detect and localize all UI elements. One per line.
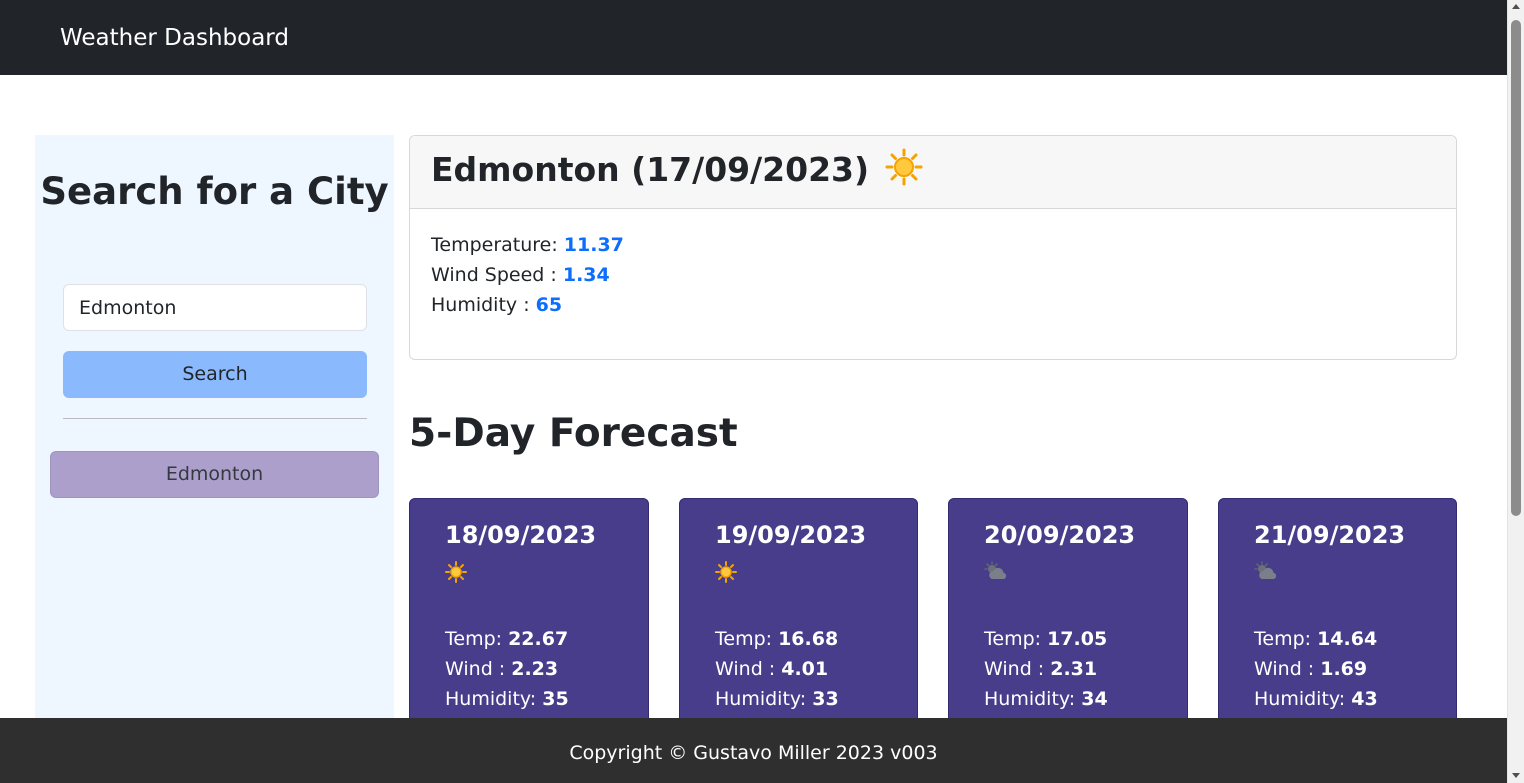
forecast-title: 5-Day Forecast: [409, 411, 738, 456]
forecast-temp: Temp: 14.64: [1254, 628, 1378, 650]
forecast-humidity: Humidity: 34: [984, 688, 1108, 710]
current-weather-header: Edmonton (17/09/2023): [410, 136, 1456, 209]
current-weather-card: Edmonton (17/09/2023) Temperature: 11.37…: [409, 135, 1457, 360]
forecast-date: 18/09/2023: [445, 521, 597, 549]
forecast-wind: Wind : 2.31: [984, 658, 1098, 680]
forecast-date: 20/09/2023: [984, 521, 1136, 549]
forecast-stats: Temp: 16.68 Wind : 4.01 Humidity: 33: [715, 624, 839, 714]
current-temperature: Temperature: 11.37: [431, 234, 624, 256]
current-humidity: Humidity : 65: [431, 294, 563, 316]
temperature-value: 11.37: [563, 234, 624, 256]
footer: Copyright © Gustavo Miller 2023 v003: [0, 718, 1507, 783]
search-button[interactable]: Search: [63, 351, 367, 398]
search-title: Search for a City: [40, 170, 389, 213]
forecast-card: 18/09/2023 Temp: 22.67 Wind : 2.23 Humid…: [409, 498, 649, 738]
sun-icon: [885, 148, 923, 186]
forecast-wind: Wind : 4.01: [715, 658, 829, 680]
scroll-up-icon[interactable]: [1512, 4, 1520, 9]
sun-icon: [715, 561, 737, 583]
forecast-temp: Temp: 17.05: [984, 628, 1108, 650]
forecast-humidity: Humidity: 35: [445, 688, 569, 710]
search-sidebar: Search for a City Search Edmonton: [35, 135, 394, 718]
current-city-title: Edmonton (17/09/2023): [431, 148, 923, 191]
forecast-card: 19/09/2023 Temp: 16.68 Wind : 4.01 Humid…: [679, 498, 918, 738]
forecast-stats: Temp: 17.05 Wind : 2.31 Humidity: 34: [984, 624, 1108, 714]
forecast-wind: Wind : 2.23: [445, 658, 559, 680]
app-title[interactable]: Weather Dashboard: [60, 22, 289, 54]
vertical-scrollbar[interactable]: [1507, 0, 1524, 783]
sidebar-divider: [63, 418, 367, 419]
city-search-input[interactable]: [63, 284, 367, 331]
navbar: Weather Dashboard: [0, 0, 1507, 75]
forecast-stats: Temp: 14.64 Wind : 1.69 Humidity: 43: [1254, 624, 1378, 714]
wind-value: 1.34: [562, 264, 610, 286]
forecast-temp: Temp: 16.68: [715, 628, 839, 650]
forecast-humidity: Humidity: 33: [715, 688, 839, 710]
scrollbar-thumb[interactable]: [1511, 20, 1521, 516]
cloud-sun-icon: [984, 561, 1007, 579]
sun-icon: [445, 561, 467, 583]
history-city-button[interactable]: Edmonton: [50, 451, 379, 498]
current-city-date: Edmonton (17/09/2023): [431, 150, 870, 189]
forecast-stats: Temp: 22.67 Wind : 2.23 Humidity: 35: [445, 624, 569, 714]
forecast-card: 20/09/2023 Temp: 17.05 Wind : 2.31 Humid…: [948, 498, 1188, 738]
forecast-humidity: Humidity: 43: [1254, 688, 1378, 710]
forecast-date: 21/09/2023: [1254, 521, 1406, 549]
forecast-card: 21/09/2023 Temp: 14.64 Wind : 1.69 Humid…: [1218, 498, 1457, 738]
forecast-temp: Temp: 22.67: [445, 628, 569, 650]
copyright-text: Copyright © Gustavo Miller 2023 v003: [569, 742, 938, 764]
current-wind: Wind Speed : 1.34: [431, 264, 610, 286]
current-weather-body: Temperature: 11.37 Wind Speed : 1.34 Hum…: [431, 230, 624, 320]
scroll-down-icon[interactable]: [1512, 773, 1520, 778]
forecast-date: 19/09/2023: [715, 521, 867, 549]
humidity-value: 65: [535, 294, 563, 316]
cloud-sun-icon: [1254, 561, 1277, 579]
forecast-wind: Wind : 1.69: [1254, 658, 1368, 680]
